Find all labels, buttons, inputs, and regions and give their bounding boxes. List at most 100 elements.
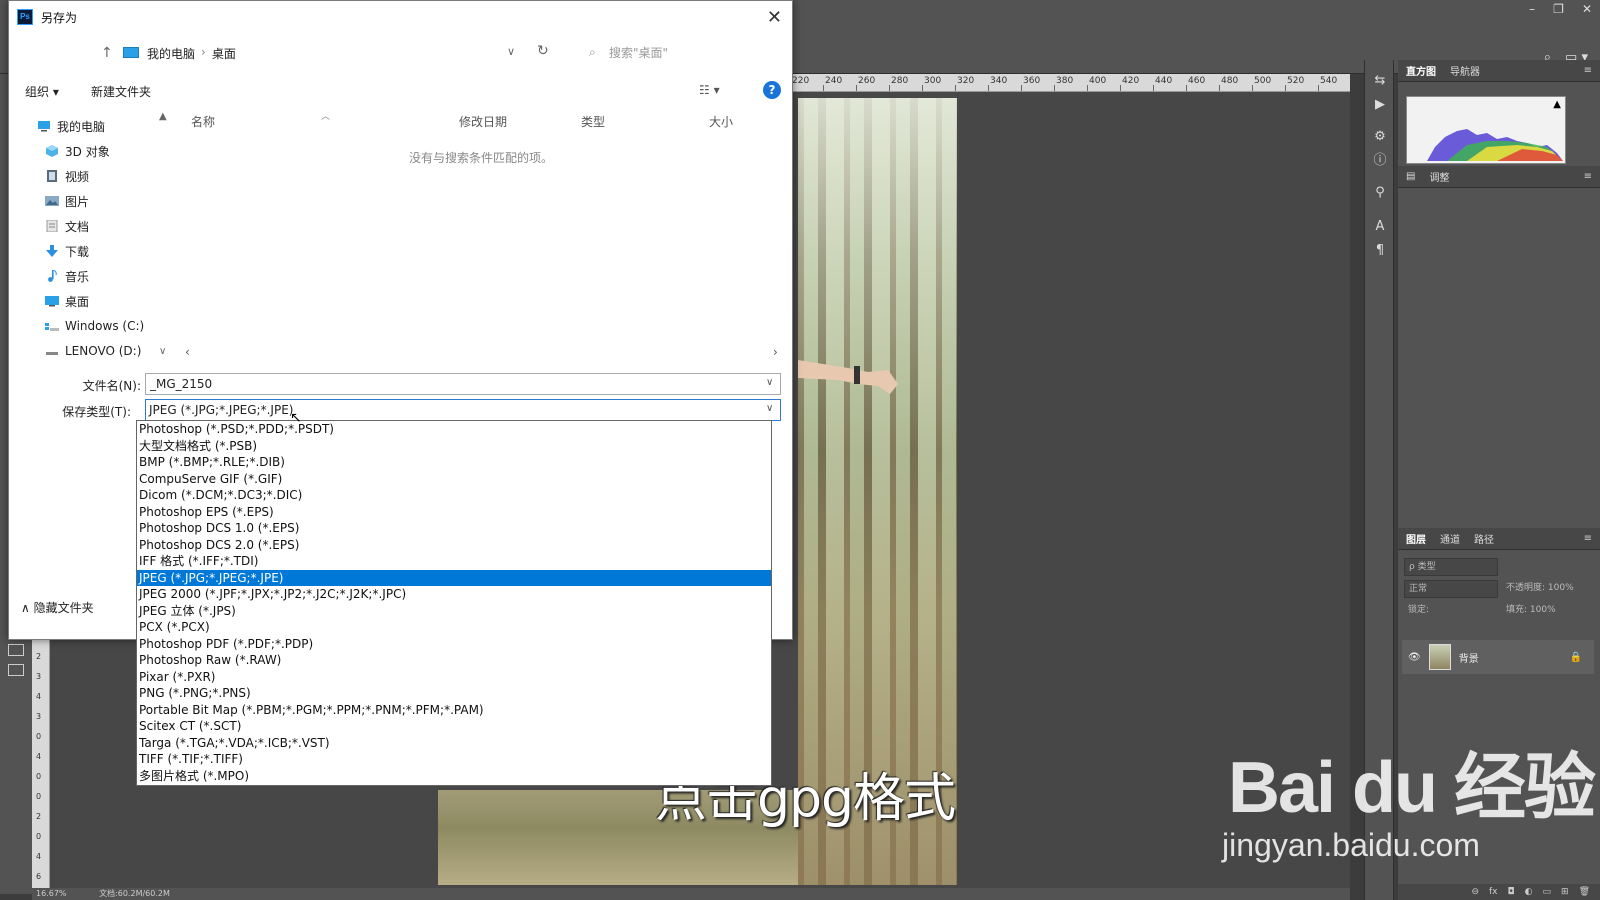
sidebar-item-desktop[interactable]: 桌面 bbox=[45, 290, 89, 312]
refresh-icon[interactable]: ↻ bbox=[537, 43, 549, 59]
column-header-date[interactable]: 修改日期 bbox=[459, 113, 507, 130]
filetype-option[interactable]: TIFF (*.TIF;*.TIFF) bbox=[137, 751, 771, 768]
filetype-option[interactable]: Photoshop DCS 1.0 (*.EPS) bbox=[137, 520, 771, 537]
add-mask-icon[interactable]: ◘ bbox=[1508, 887, 1515, 897]
tab-histogram[interactable]: 直方图 bbox=[1406, 63, 1436, 78]
library-icon[interactable]: ▤ bbox=[1406, 171, 1415, 182]
layer-row-background[interactable]: 👁 背景 🔒 bbox=[1402, 640, 1594, 674]
filetype-option[interactable]: PCX (*.PCX) bbox=[137, 619, 771, 636]
zoom-level[interactable]: 16.67% bbox=[36, 889, 67, 898]
nav-scroll-down-icon[interactable]: ∨ bbox=[159, 346, 166, 357]
history-icon[interactable]: ⇆ bbox=[1373, 74, 1387, 88]
scroll-right-icon[interactable]: › bbox=[773, 345, 778, 359]
up-arrow-icon[interactable]: ↑ bbox=[101, 45, 113, 61]
breadcrumb-item-my-computer[interactable]: 我的电脑 bbox=[147, 45, 195, 62]
filetype-option[interactable]: Targa (*.TGA;*.VDA;*.ICB;*.VST) bbox=[137, 735, 771, 752]
fill-control[interactable]: 填充: 100% bbox=[1502, 602, 1594, 620]
panel-menu-icon[interactable]: ≡ bbox=[1584, 65, 1592, 76]
tab-navigator[interactable]: 导航器 bbox=[1450, 63, 1480, 78]
dialog-title-bar[interactable]: Ps 另存为 ✕ bbox=[9, 1, 792, 33]
hide-folders-toggle[interactable]: ∧ 隐藏文件夹 bbox=[21, 599, 94, 616]
character-icon[interactable]: A bbox=[1373, 220, 1387, 234]
column-header-type[interactable]: 类型 bbox=[581, 113, 605, 130]
quick-mask-icon[interactable] bbox=[8, 644, 24, 656]
filetype-option[interactable]: Photoshop DCS 2.0 (*.EPS) bbox=[137, 537, 771, 554]
filetype-option[interactable]: Pixar (*.PXR) bbox=[137, 669, 771, 686]
sidebar-item-music[interactable]: 音乐 bbox=[45, 265, 89, 287]
close-icon[interactable]: ✕ bbox=[1582, 2, 1592, 16]
restore-icon[interactable]: ❐ bbox=[1553, 2, 1564, 16]
lock-icon[interactable]: 🔒 bbox=[1570, 652, 1582, 663]
filetype-option[interactable]: Photoshop Raw (*.RAW) bbox=[137, 652, 771, 669]
filetype-option[interactable]: JPEG 立体 (*.JPS) bbox=[137, 603, 771, 620]
screen-mode-icon[interactable] bbox=[8, 664, 24, 676]
help-button[interactable]: ? bbox=[763, 81, 781, 99]
filetype-option[interactable]: JPEG (*.JPG;*.JPEG;*.JPE) bbox=[137, 569, 771, 586]
new-folder-button[interactable]: 新建文件夹 bbox=[91, 83, 151, 100]
filetype-option[interactable]: IFF 格式 (*.IFF;*.TDI) bbox=[137, 553, 771, 570]
adjustment-layer-icon[interactable]: ◐ bbox=[1525, 887, 1533, 897]
filetype-option[interactable]: JPEG 2000 (*.JPF;*.JPX;*.JP2;*.J2C;*.J2K… bbox=[137, 586, 771, 603]
filetype-option[interactable]: Photoshop PDF (*.PDF;*.PDP) bbox=[137, 636, 771, 653]
properties-icon[interactable]: ⚙ bbox=[1373, 130, 1387, 144]
sidebar-item-my-computer[interactable]: 我的电脑 bbox=[37, 115, 105, 137]
filetype-select[interactable]: JPEG (*.JPG;*.JPEG;*.JPE) bbox=[145, 399, 781, 421]
sidebar-item-3d-objects[interactable]: 3D 对象 bbox=[45, 140, 110, 162]
chevron-down-icon[interactable]: ∨ bbox=[766, 377, 773, 388]
scroll-left-icon[interactable]: ‹ bbox=[185, 345, 190, 359]
filetype-option[interactable]: 大型文档格式 (*.PSB) bbox=[137, 438, 771, 455]
view-options-button[interactable]: ☷ ▾ bbox=[699, 83, 720, 97]
trash-icon[interactable]: 🗑 bbox=[1579, 887, 1590, 897]
column-header-size[interactable]: 大小 bbox=[709, 113, 733, 130]
new-layer-icon[interactable]: ⊞ bbox=[1561, 887, 1569, 897]
filetype-option[interactable]: PNG (*.PNG;*.PNS) bbox=[137, 685, 771, 702]
sidebar-item-downloads[interactable]: 下载 bbox=[45, 240, 89, 262]
opacity-control[interactable]: 不透明度: 100% bbox=[1502, 580, 1594, 598]
sidebar-item-pictures[interactable]: 图片 bbox=[45, 190, 89, 212]
filetype-option[interactable]: BMP (*.BMP;*.RLE;*.DIB) bbox=[137, 454, 771, 471]
fx-icon[interactable]: fx bbox=[1489, 887, 1498, 897]
sidebar-item-label: LENOVO (D:) bbox=[65, 344, 142, 358]
layer-filter-select[interactable]: ρ 类型 bbox=[1404, 558, 1498, 576]
filetype-option[interactable]: Scitex CT (*.SCT) bbox=[137, 718, 771, 735]
sidebar-item-label: 我的电脑 bbox=[57, 119, 106, 134]
sidebar-item-documents[interactable]: 文档 bbox=[45, 215, 89, 237]
chevron-down-icon[interactable]: ∨ bbox=[766, 403, 773, 414]
tab-adjustments[interactable]: 调整 bbox=[1429, 169, 1449, 184]
column-header-name[interactable]: 名称 bbox=[191, 113, 215, 130]
tab-paths[interactable]: 路径 bbox=[1474, 531, 1494, 546]
warning-icon[interactable]: ▲ bbox=[1553, 99, 1561, 110]
play-icon[interactable]: ▶ bbox=[1373, 98, 1387, 112]
nav-scroll-up-icon[interactable]: ▲ bbox=[159, 111, 167, 122]
filetype-option[interactable]: Dicom (*.DCM;*.DC3;*.DIC) bbox=[137, 487, 771, 504]
panel-menu-icon[interactable]: ≡ bbox=[1584, 171, 1592, 182]
chevron-down-icon[interactable]: ∨ bbox=[507, 45, 515, 58]
organize-button[interactable]: 组织 ▾ bbox=[25, 83, 59, 100]
new-group-icon[interactable]: ▭ bbox=[1543, 887, 1552, 897]
visibility-eye-icon[interactable]: 👁 bbox=[1408, 652, 1421, 663]
chevron-right-icon[interactable]: › bbox=[201, 45, 206, 62]
tab-layers[interactable]: 图层 bbox=[1406, 531, 1426, 546]
filetype-option[interactable]: Portable Bit Map (*.PBM;*.PGM;*.PPM;*.PN… bbox=[137, 702, 771, 719]
ruler-tick bbox=[1153, 85, 1154, 91]
tab-channels[interactable]: 通道 bbox=[1440, 531, 1460, 546]
panel-menu-icon[interactable]: ≡ bbox=[1584, 533, 1592, 544]
filetype-option[interactable]: Photoshop EPS (*.EPS) bbox=[137, 504, 771, 521]
clone-source-icon[interactable]: ⚲ bbox=[1373, 186, 1387, 200]
close-icon[interactable]: ✕ bbox=[767, 7, 782, 28]
breadcrumb-item-desktop[interactable]: 桌面 bbox=[212, 45, 236, 62]
sidebar-item-videos[interactable]: 视频 bbox=[45, 165, 89, 187]
paragraph-icon[interactable]: ¶ bbox=[1373, 244, 1387, 258]
filetype-option[interactable]: 多图片格式 (*.MPO) bbox=[137, 768, 771, 785]
sidebar-item-drive-c[interactable]: Windows (C:) bbox=[45, 315, 144, 337]
filename-field[interactable] bbox=[145, 373, 781, 395]
sidebar-item-drive-d[interactable]: LENOVO (D:) bbox=[45, 340, 141, 362]
sidebar-item-label: 桌面 bbox=[65, 294, 90, 309]
filetype-option[interactable]: CompuServe GIF (*.GIF) bbox=[137, 471, 771, 488]
info-icon[interactable]: ⓘ bbox=[1373, 154, 1387, 168]
blend-mode-select[interactable]: 正常 bbox=[1404, 580, 1498, 598]
link-layers-icon[interactable]: ⊖ bbox=[1471, 887, 1479, 897]
minimize-icon[interactable]: – bbox=[1529, 2, 1535, 16]
filetype-option[interactable]: Photoshop (*.PSD;*.PDD;*.PSDT) bbox=[137, 421, 771, 438]
search-input[interactable] bbox=[609, 43, 769, 63]
